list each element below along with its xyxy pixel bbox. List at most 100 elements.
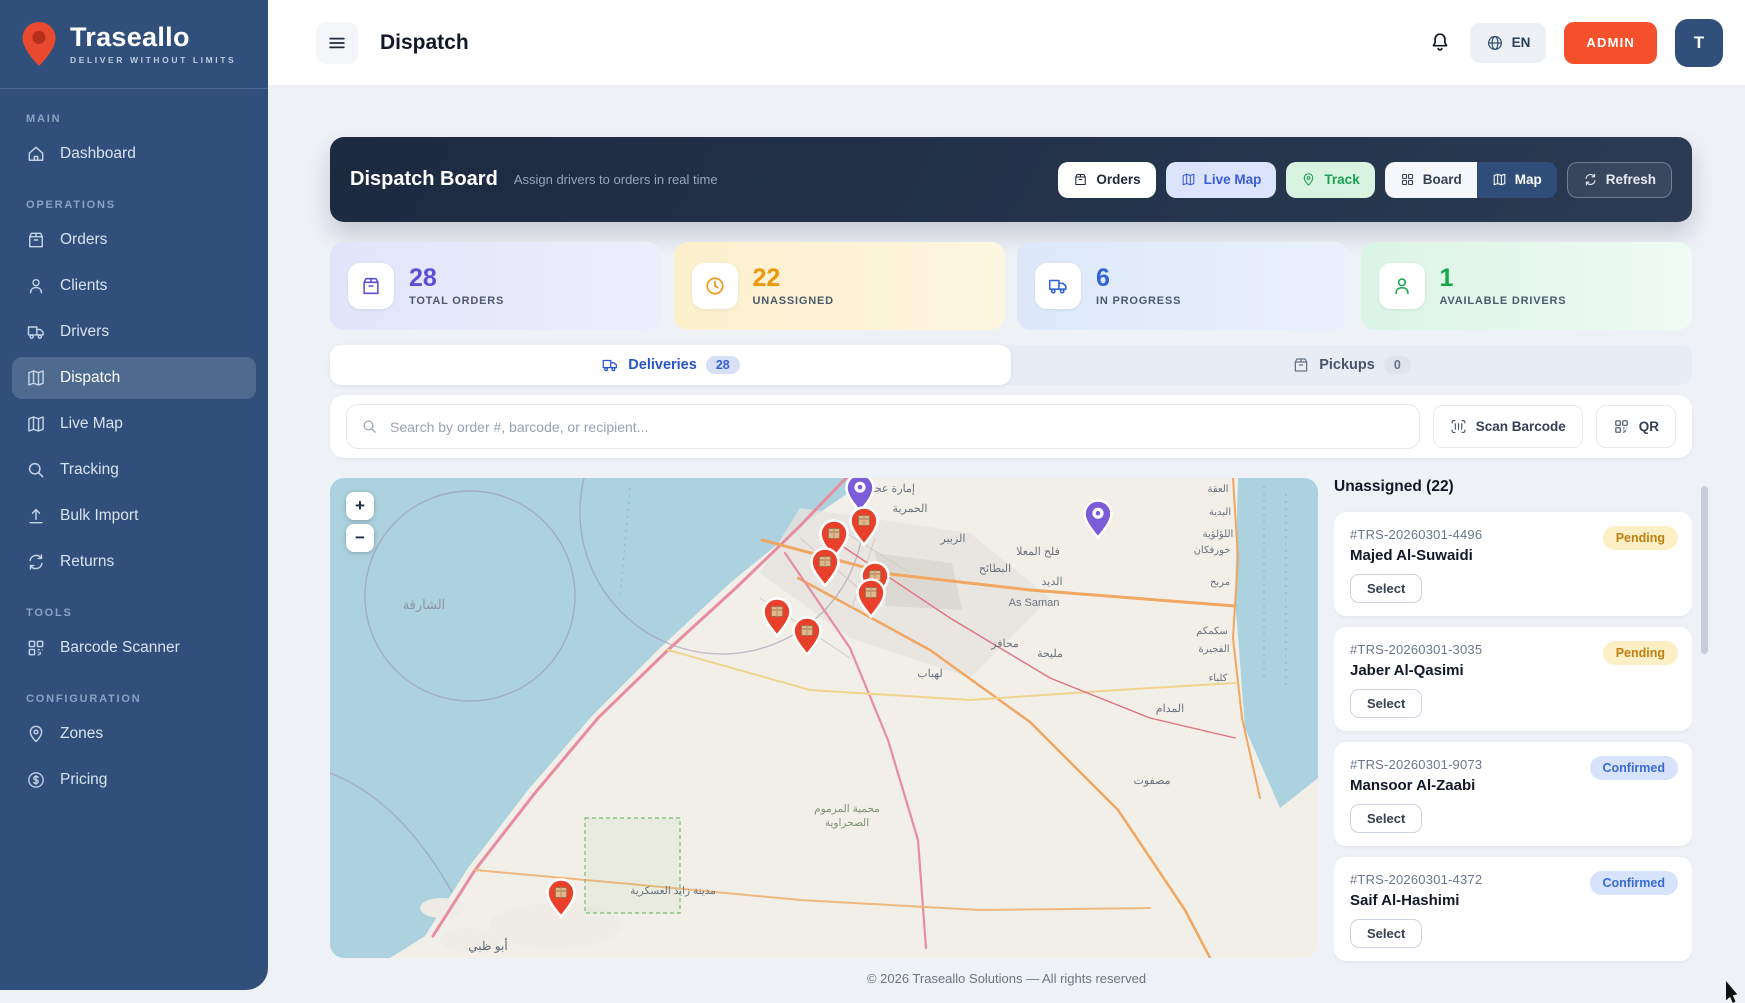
tab-deliveries[interactable]: Deliveries 28 [330,345,1011,385]
sidebar-item-dashboard[interactable]: Dashboard [12,133,256,175]
map-label: الزبير [940,533,966,545]
sidebar-item-label: Bulk Import [60,507,138,525]
sidebar-item-orders[interactable]: Orders [12,219,256,261]
select-button[interactable]: Select [1350,689,1422,718]
status-badge: Pending [1603,641,1678,665]
stat-available-drivers: 1 AVAILABLE DRIVERS [1361,242,1693,330]
admin-button[interactable]: ADMIN [1564,22,1657,64]
board-view-label: Board [1423,172,1462,187]
sidebar-item-label: Returns [60,553,114,571]
qr-button[interactable]: QR [1596,405,1676,448]
package-icon [360,275,382,297]
sidebar-item-bulk-import[interactable]: Bulk Import [12,495,256,537]
sidebar-item-label: Dashboard [60,145,136,163]
map-icon [26,368,46,388]
sidebar-item-barcode-scanner[interactable]: Barcode Scanner [12,627,256,669]
track-button[interactable]: Track [1286,162,1374,198]
sidebar-item-label: Barcode Scanner [60,639,180,657]
stat-value: 6 [1096,266,1181,291]
clock-icon [704,275,726,297]
section-main: MAIN [26,113,242,125]
dollar-icon [26,770,46,790]
map-icon [1181,172,1196,187]
dispatch-board-bar: Dispatch Board Assign drivers to orders … [330,137,1692,222]
qr-button-label: QR [1639,419,1659,434]
truck-icon [601,356,619,374]
page-title: Dispatch [380,31,469,55]
sidebar-item-drivers[interactable]: Drivers [12,311,256,353]
live-map-button[interactable]: Live Map [1166,162,1277,198]
order-card[interactable]: #TRS-20260301-3035 Jaber Al-Qasimi Selec… [1334,627,1692,731]
sidebar-item-label: Live Map [60,415,123,433]
sidebar-item-label: Drivers [60,323,109,341]
panel-scrollbar[interactable] [1701,486,1708,654]
tab-pickups[interactable]: Pickups 0 [1011,345,1692,385]
live-map-button-label: Live Map [1204,172,1262,187]
order-card[interactable]: #TRS-20260301-4496 Majed Al-Suwaidi Sele… [1334,512,1692,616]
stat-total-orders: 28 TOTAL ORDERS [330,242,662,330]
map-label: لهباب [917,668,942,680]
sidebar-item-tracking[interactable]: Tracking [12,449,256,491]
map-zoom-in-button[interactable]: + [346,492,374,520]
brand-tagline: DELIVER WITHOUT LIMITS [70,55,236,65]
sidebar-item-label: Dispatch [60,369,120,387]
sidebar-item-label: Orders [60,231,107,249]
truck-icon [26,322,46,342]
map-label: محمية المرموم [814,803,880,815]
search-icon [361,418,378,435]
map-zoom-out-button[interactable]: − [346,524,374,552]
status-badge: Confirmed [1590,756,1679,780]
dispatch-page: { "app": { "name": "Traseallo", "tagline… [0,0,1745,1000]
section-configuration: CONFIGURATION [26,693,242,705]
map-view-button[interactable]: Map [1477,162,1557,198]
select-button[interactable]: Select [1350,804,1422,833]
order-card[interactable]: #TRS-20260301-4372 Saif Al-Hashimi Selec… [1334,857,1692,961]
map-canvas: إمارة عجمان الحمرية الزبير فلح المعلا ال… [330,478,1318,958]
board-view-button[interactable]: Board [1385,162,1477,198]
logo-pin-icon [20,20,58,68]
menu-toggle-button[interactable] [316,22,358,64]
status-badge: Pending [1603,526,1678,550]
scan-barcode-button[interactable]: Scan Barcode [1433,405,1583,448]
sidebar-item-pricing[interactable]: Pricing [12,759,256,801]
orders-button[interactable]: Orders [1058,162,1155,198]
sidebar-item-live-map[interactable]: Live Map [12,403,256,445]
map-label: البدية [1209,507,1231,518]
map-label: كلباء [1209,673,1228,684]
reserve-area [585,818,680,913]
map-label: اللؤلؤية [1203,529,1234,540]
globe-icon [1486,34,1504,52]
refresh-icon [1583,172,1598,187]
sidebar-item-label: Tracking [60,461,119,479]
logo: Traseallo DELIVER WITHOUT LIMITS [0,0,268,84]
map-label: فلح المعلا [1016,546,1060,558]
location-pin-icon [1301,172,1316,187]
sidebar-divider [0,88,268,89]
package-icon [1292,356,1310,374]
tab-deliveries-label: Deliveries [628,357,697,373]
stat-in-progress: 6 IN PROGRESS [1017,242,1349,330]
hamburger-icon [326,32,348,54]
location-pin-icon [26,724,46,744]
deliveries-count-badge: 28 [706,356,740,374]
refresh-button[interactable]: Refresh [1567,162,1672,198]
sidebar-item-dispatch[interactable]: Dispatch [12,357,256,399]
sidebar-item-clients[interactable]: Clients [12,265,256,307]
search-input[interactable] [388,418,1405,436]
order-card[interactable]: #TRS-20260301-9073 Mansoor Al-Zaabi Sele… [1334,742,1692,846]
stat-label: IN PROGRESS [1096,295,1181,307]
map-label: سكمكم [1196,626,1228,637]
select-button[interactable]: Select [1350,574,1422,603]
brand-name: Traseallo [70,24,236,51]
orders-button-label: Orders [1096,172,1140,187]
unassigned-panel: Unassigned (22) #TRS-20260301-4496 Majed… [1334,478,1692,968]
search-field[interactable] [346,404,1420,449]
select-button[interactable]: Select [1350,919,1422,948]
sidebar-item-zones[interactable]: Zones [12,713,256,755]
sidebar-item-returns[interactable]: Returns [12,541,256,583]
language-selector[interactable]: EN [1470,23,1547,63]
board-subtitle: Assign drivers to orders in real time [514,172,718,187]
dispatch-map[interactable]: إمارة عجمان الحمرية الزبير فلح المعلا ال… [330,478,1318,958]
user-avatar[interactable]: T [1675,19,1723,67]
notifications-bell-icon[interactable] [1428,31,1452,55]
